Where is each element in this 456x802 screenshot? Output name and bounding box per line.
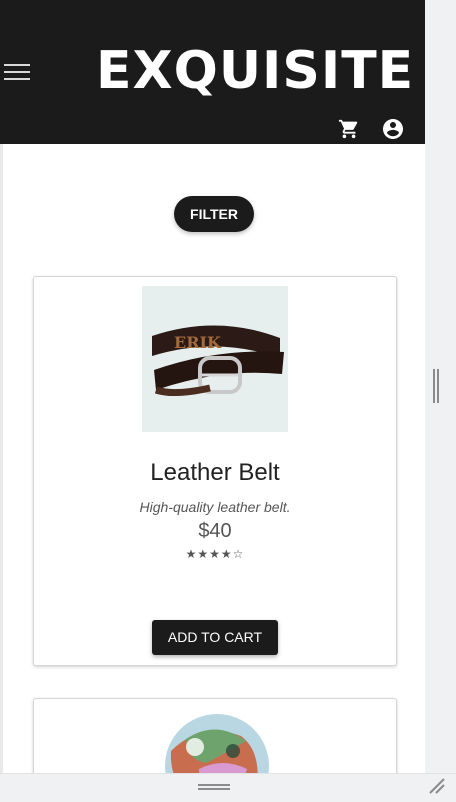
product-card (33, 698, 397, 773)
shopping-cart-icon[interactable] (338, 118, 360, 140)
product-rating: ★★★★☆ (185, 547, 245, 561)
product-card: ERIK Leather Belt High-quality leather b… (33, 276, 397, 666)
menu-icon[interactable] (4, 64, 30, 82)
product-description: High-quality leather belt. (139, 499, 291, 515)
horizontal-scroll-handle[interactable] (198, 784, 230, 790)
leather-belt-image[interactable]: ERIK (142, 286, 288, 432)
app-header: EXQUISITE (0, 0, 425, 144)
add-to-cart-button[interactable]: ADD TO CART (152, 620, 278, 655)
filter-button[interactable]: FILTER (174, 196, 254, 232)
page-viewport: EXQUISITE FILTER ERIK Leather Belt High-… (0, 0, 425, 773)
svg-text:ERIK: ERIK (174, 333, 222, 352)
brand-logo[interactable]: EXQUISITE (96, 36, 413, 106)
product-price: $40 (198, 520, 232, 542)
product-title[interactable]: Leather Belt (34, 459, 396, 487)
scarf-image[interactable] (161, 711, 271, 773)
vertical-scroll-handle[interactable] (433, 369, 439, 403)
resize-corner-icon[interactable] (428, 777, 446, 795)
vertical-scrollbar[interactable] (425, 0, 456, 773)
account-circle-icon[interactable] (381, 117, 405, 141)
